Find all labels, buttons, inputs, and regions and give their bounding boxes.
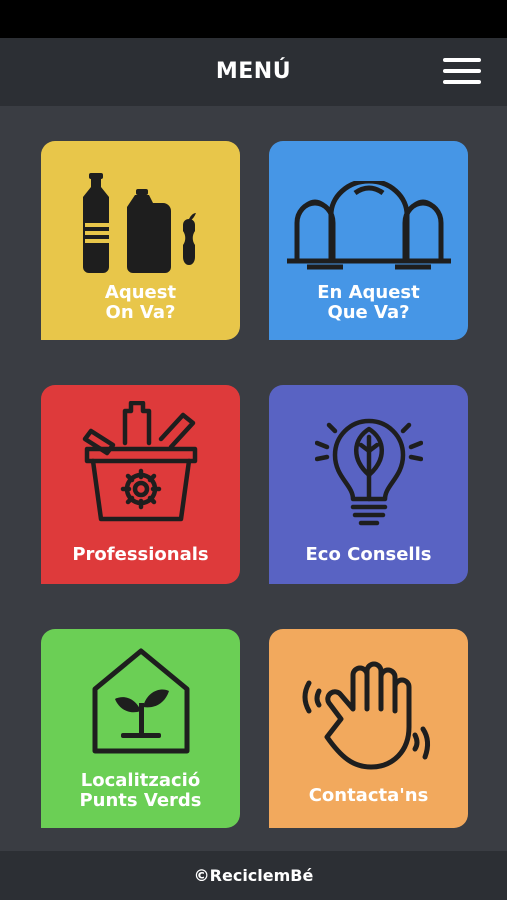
waving-hand-icon bbox=[302, 661, 431, 770]
tile-label: Professionals bbox=[72, 544, 209, 565]
tile-professionals[interactable]: Professionals bbox=[41, 385, 240, 584]
tile-label: Contacta'ns bbox=[308, 785, 429, 806]
tile-label: Localització Punts Verds bbox=[79, 770, 202, 811]
tile-eco-consells[interactable]: Eco Consells bbox=[269, 385, 468, 584]
tile-aquest-on-va[interactable]: Aquest On Va? bbox=[41, 141, 240, 340]
status-bar bbox=[0, 0, 507, 38]
eco-lightbulb-icon bbox=[315, 418, 423, 526]
tile-en-aquest-que-va[interactable]: En Aquest Que Va? bbox=[269, 141, 468, 340]
tile-label: Aquest On Va? bbox=[104, 282, 177, 323]
footer-copyright: ©ReciclemBé bbox=[0, 851, 507, 900]
bottles-apple-icon bbox=[83, 173, 196, 273]
tile-label: En Aquest Que Va? bbox=[317, 282, 420, 323]
page-title: MENÚ bbox=[215, 59, 292, 84]
tile-contactans[interactable]: Contacta'ns bbox=[269, 629, 468, 828]
app-header: MENÚ bbox=[0, 38, 507, 106]
recycling-bin-icon bbox=[82, 401, 198, 522]
recycling-containers-icon bbox=[287, 181, 451, 270]
hamburger-menu-button[interactable] bbox=[443, 58, 483, 86]
hamburger-icon bbox=[443, 58, 481, 62]
house-plant-icon bbox=[92, 648, 190, 754]
tile-label: Eco Consells bbox=[305, 544, 432, 565]
tile-localitzacio-punts-verds[interactable]: Localització Punts Verds bbox=[41, 629, 240, 828]
